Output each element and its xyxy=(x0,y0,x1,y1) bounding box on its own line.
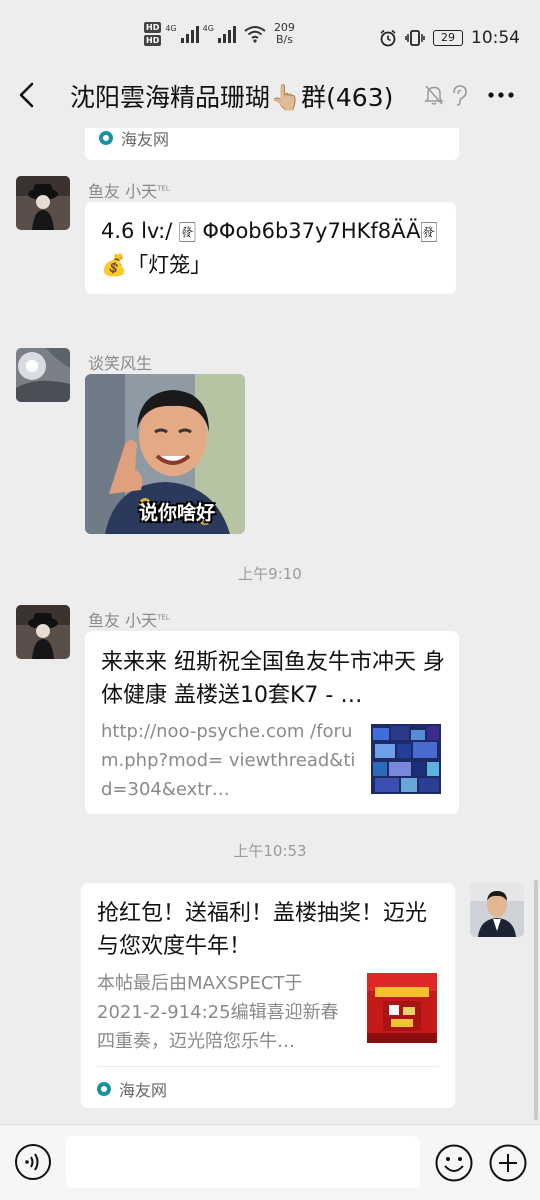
alarm-icon xyxy=(380,29,396,47)
link-source: 海友网 xyxy=(97,1077,167,1101)
input-bar xyxy=(0,1124,540,1200)
link-card[interactable]: 抢红包！送福利！盖楼抽奖！迈光与您欢度牛年！ 本帖最后由MAXSPECT于202… xyxy=(81,883,455,1108)
avatar[interactable] xyxy=(16,348,70,402)
emoji-button[interactable] xyxy=(434,1143,474,1183)
sender-name-text: 谈笑风生 xyxy=(88,354,153,373)
link-thumbnail xyxy=(367,973,437,1043)
avatar-self[interactable] xyxy=(470,883,524,937)
scrollbar[interactable] xyxy=(534,880,538,1120)
link-title: 抢红包！送福利！盖楼抽奖！迈光与您欢度牛年！ xyxy=(97,901,428,959)
sender-name: 鱼友 小天TEL xyxy=(88,178,170,202)
sticker-caption: 说你啥好 xyxy=(139,502,216,524)
net-label-2: 4G xyxy=(202,24,214,33)
message-text: 4.6 lv:/ 🀅 ΦΦob6b37y7HKf8ÄÄ🀅💰「灯笼」 xyxy=(101,219,438,277)
link-card[interactable]: 来来来 纽斯祝全国鱼友牛市冲天 身体健康 盖楼送10套K7 - … http:/… xyxy=(85,631,459,814)
more-functions-button[interactable] xyxy=(488,1143,528,1183)
link-card-partial[interactable]: 海友网 xyxy=(85,128,459,160)
site-logo-icon xyxy=(97,1082,111,1096)
message-bubble[interactable]: 4.6 lv:/ 🀅 ΦΦob6b37y7HKf8ÄÄ🀅💰「灯笼」 xyxy=(85,202,456,294)
sender-tag: TEL xyxy=(157,613,170,622)
chat-title: 沈阳雲海精品珊瑚👆🏼群(463) xyxy=(70,83,394,112)
net-label-1: 4G xyxy=(165,24,177,33)
net-speed-unit: B/s xyxy=(275,33,293,46)
sticker-image[interactable]: 说你啥好 xyxy=(85,374,245,534)
hd-badge-2: HD xyxy=(144,35,162,46)
site-logo-icon xyxy=(99,131,113,145)
clock: 10:54 xyxy=(471,28,520,48)
voice-input-button[interactable] xyxy=(14,1143,52,1181)
sender-tag: TEL xyxy=(157,184,170,193)
message-input[interactable] xyxy=(66,1136,420,1188)
link-source: 海友网 xyxy=(99,128,169,150)
link-description: 本帖最后由MAXSPECT于2021-2-914:25编辑喜迎新春四重奏，迈光陪… xyxy=(97,973,339,1052)
status-left: HD HD 4G 4G 209 B/s xyxy=(144,22,295,46)
wifi-icon xyxy=(244,26,266,43)
link-title: 来来来 纽斯祝全国鱼友牛市冲天 身体健康 盖楼送10套K7 - … xyxy=(101,650,445,708)
battery-indicator: 29 xyxy=(433,30,463,46)
hd-badge-1: HD xyxy=(144,22,162,33)
link-source-name: 海友网 xyxy=(119,1081,168,1100)
signal-icon xyxy=(180,25,199,43)
chat-message-list[interactable]: 海友网 鱼友 小天TEL 4.6 lv:/ 🀅 ΦΦob6b37y7HKf8ÄÄ… xyxy=(0,128,540,1124)
hd-badges: HD HD xyxy=(144,22,162,46)
avatar[interactable] xyxy=(16,605,70,659)
timestamp: 上午9:10 xyxy=(238,565,302,583)
link-source-name: 海友网 xyxy=(121,130,170,149)
chat-header: 沈阳雲海精品珊瑚👆🏼群(463) xyxy=(0,62,540,128)
status-bar: HD HD 4G 4G 209 B/s 29 10:54 xyxy=(0,0,540,62)
sender-name: 谈笑风生 xyxy=(88,350,152,374)
earpiece-icon xyxy=(453,85,467,106)
sender-name-text: 鱼友 小天 xyxy=(88,182,158,201)
divider xyxy=(97,1066,439,1067)
link-description: http://noo-psyche.com /forum.php?mod= vi… xyxy=(101,721,356,800)
back-button[interactable] xyxy=(14,80,40,110)
timestamp: 上午10:53 xyxy=(233,842,307,860)
net-speed: 209 B/s xyxy=(274,22,295,46)
vibrate-icon xyxy=(405,30,425,46)
sender-name-text: 鱼友 小天 xyxy=(88,611,158,630)
mute-bell-icon xyxy=(424,85,444,105)
sender-name: 鱼友 小天TEL xyxy=(88,607,170,631)
link-thumbnail xyxy=(371,724,441,794)
status-right: 29 10:54 xyxy=(379,28,520,48)
more-options-button[interactable] xyxy=(486,82,516,108)
avatar[interactable] xyxy=(16,176,70,230)
signal-icon-2 xyxy=(217,25,236,43)
